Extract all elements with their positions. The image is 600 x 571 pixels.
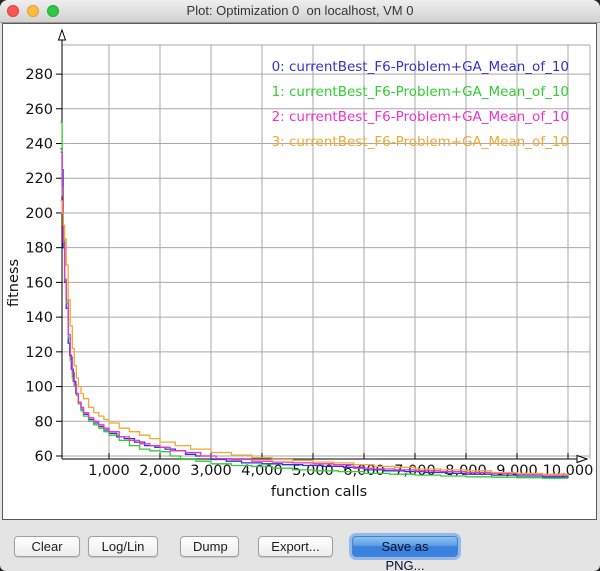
x-tick-label: 2,000: [139, 463, 181, 479]
y-tick-label: 100: [25, 380, 53, 396]
title-bar[interactable]: Plot: Optimization 0 on localhost, VM 0: [0, 0, 600, 23]
x-tick-label: 3,000: [190, 463, 232, 479]
fitness-chart[interactable]: 60 80 100 120 140 160 180 200 220 240 260 280 1,000 2…: [3, 24, 596, 519]
y-tick-label: 120: [25, 345, 53, 361]
y-tick-label: 240: [25, 137, 53, 153]
clear-button[interactable]: Clear: [14, 536, 80, 557]
y-tick-label: 80: [35, 414, 53, 430]
legend-entry-0: 0: currentBest_F6-Problem+GA_Mean_of_10: [272, 59, 569, 75]
y-tick-label: 140: [25, 310, 53, 326]
plot-window: Plot: Optimization 0 on localhost, VM 0 …: [0, 0, 600, 571]
y-tick-label: 160: [25, 275, 53, 291]
series-line-2: [61, 152, 569, 476]
series-line-3: [61, 201, 569, 475]
y-axis-title: fitness: [6, 259, 22, 307]
y-tick-label: 180: [25, 241, 53, 257]
dump-button[interactable]: Dump: [180, 536, 239, 557]
button-row: Clear Log/Lin Dump Export... Save as PNG...: [0, 536, 600, 558]
x-tick-label: 1,000: [88, 463, 130, 479]
series-line-0: [61, 149, 569, 478]
plot-panel: 60 80 100 120 140 160 180 200 220 240 260 280 1,000 2…: [2, 23, 597, 520]
y-tick-label: 200: [25, 206, 53, 222]
window-title: Plot: Optimization 0 on localhost, VM 0: [0, 0, 600, 22]
export-button[interactable]: Export...: [258, 536, 333, 557]
legend-entry-3: 3: currentBest_F6-Problem+GA_Mean_of_10: [272, 134, 569, 150]
legend-entry-1: 1: currentBest_F6-Problem+GA_Mean_of_10: [272, 84, 569, 100]
legend-entry-2: 2: currentBest_F6-Problem+GA_Mean_of_10: [272, 109, 569, 125]
series-line-1: [61, 123, 569, 479]
y-tick-label: 60: [35, 449, 53, 465]
y-axis-arrow-icon: [59, 30, 66, 40]
y-tick-label: 280: [25, 67, 53, 83]
y-tick-label: 220: [25, 171, 53, 187]
x-axis-arrow-icon: [577, 456, 587, 463]
log-lin-button[interactable]: Log/Lin: [88, 536, 158, 557]
save-as-png-button[interactable]: Save as PNG...: [352, 536, 458, 557]
x-axis-title: function calls: [271, 484, 367, 500]
y-tick-label: 260: [25, 102, 53, 118]
